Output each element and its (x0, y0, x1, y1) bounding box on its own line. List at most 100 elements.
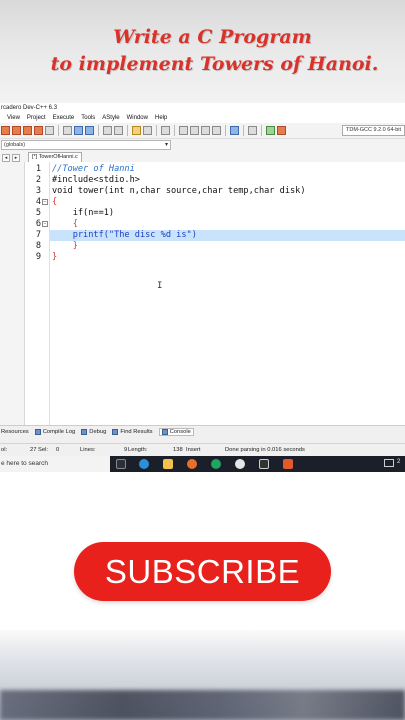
chevron-down-icon: ▾ (164, 142, 168, 148)
tab-find-results[interactable]: Find Results (112, 428, 153, 435)
file-explorer-icon[interactable] (163, 459, 173, 469)
edge-browser-icon[interactable] (139, 459, 149, 469)
top-banner (0, 0, 405, 103)
status-length-value: 138 (173, 447, 183, 453)
grid-icon[interactable] (201, 126, 210, 135)
status-mode: Insert (186, 447, 201, 453)
ide-window: rcadero Dev-C++ 6.3 View Project Execute… (0, 103, 405, 456)
tab-label: Find Results (120, 428, 153, 435)
headline-line-1: Write a C Program (113, 26, 312, 48)
new-class-icon[interactable] (179, 126, 188, 135)
unindent-icon[interactable] (114, 126, 123, 135)
code-line-current: printf("The disc %d is") (50, 230, 405, 241)
tab-label: Resources (1, 428, 29, 435)
menu-execute[interactable]: Execute (53, 113, 75, 123)
compiler-select[interactable]: TDM-GCC 9.2.0 64-bit (342, 125, 405, 136)
goto-line-icon[interactable] (161, 126, 170, 135)
toolbar: TDM-GCC 9.2.0 64-bit (0, 123, 405, 139)
tab-label: Console (169, 428, 191, 435)
toolbar-divider (156, 125, 157, 136)
toolbar-divider (58, 125, 59, 136)
tab-compile-log[interactable]: Compile Log (34, 428, 75, 435)
dev-cpp-icon[interactable] (283, 459, 293, 469)
menu-astyle[interactable]: AStyle (102, 113, 119, 123)
line-number: 4 (35, 197, 41, 207)
fold-toggle-icon[interactable]: − (42, 199, 48, 205)
project-icon[interactable] (190, 126, 199, 135)
toolbar-divider (174, 125, 175, 136)
status-lines-value: 9 (124, 447, 128, 453)
chart-icon[interactable] (266, 126, 275, 135)
code-line: //Tower of Hanni (52, 164, 135, 174)
undo-icon[interactable] (132, 126, 141, 135)
close-file-icon[interactable] (45, 126, 54, 135)
scope-select[interactable]: (globals) ▾ (1, 140, 171, 150)
project-pane[interactable] (0, 162, 25, 425)
debug-icon (81, 428, 88, 435)
code-line: } (52, 241, 78, 251)
code-editor[interactable]: 1 2 3 4 − 5 6 − 7 8 9 //Tower of Hanni #… (0, 162, 405, 425)
firefox-icon[interactable] (187, 459, 197, 469)
tabs-row: ◂ ▸ [*] TowerOfHanni.c (0, 151, 405, 162)
code-line: #include<stdio.h> (52, 175, 140, 185)
stop-icon[interactable] (248, 126, 257, 135)
line-gutter: 1 2 3 4 − 5 6 − 7 8 9 (25, 162, 50, 425)
menu-window[interactable]: Window (127, 113, 148, 123)
save-icon[interactable] (23, 126, 32, 135)
task-view-icon[interactable] (116, 459, 126, 469)
menu-view[interactable]: View (7, 113, 20, 123)
chrome-icon[interactable] (211, 459, 221, 469)
menu-bar: View Project Execute Tools AStyle Window… (0, 113, 405, 123)
keyboard-icon[interactable] (384, 459, 394, 467)
save-all-icon[interactable] (34, 126, 43, 135)
code-line: void tower(int n,char source,char temp,c… (52, 186, 306, 196)
find-results-icon (112, 428, 119, 435)
new-file-icon[interactable] (1, 126, 10, 135)
tab-console[interactable]: Console (158, 427, 194, 436)
taskbar-search-input[interactable]: e here to search (0, 456, 110, 472)
next-tab-button[interactable]: ▸ (12, 154, 20, 162)
compile-icon[interactable] (212, 126, 221, 135)
status-length: Length: (128, 447, 148, 453)
code-line: { (52, 197, 58, 207)
code-line: if(n==1) (52, 208, 115, 218)
prev-tab-button[interactable]: ◂ (2, 154, 10, 162)
redo-icon[interactable] (143, 126, 152, 135)
status-bar: ol: 27 Sel: 0 Lines: 9 Length: 138 Inser… (0, 443, 405, 455)
menu-project[interactable]: Project (27, 113, 46, 123)
tab-resources[interactable]: Resources (1, 429, 29, 435)
tab-tower-of-hanni[interactable]: [*] TowerOfHanni.c (28, 152, 82, 162)
indent-icon[interactable] (103, 126, 112, 135)
windows-taskbar: e here to search 2 (0, 456, 405, 472)
find-icon[interactable] (74, 126, 83, 135)
status-lines: Lines: (80, 447, 96, 453)
toolbar-divider (98, 125, 99, 136)
debug-icon[interactable] (277, 126, 286, 135)
replace-icon[interactable] (85, 126, 94, 135)
open-file-icon[interactable] (12, 126, 21, 135)
line-number: 8 (35, 241, 41, 251)
text-cursor-icon: I (157, 281, 163, 291)
app-icon[interactable] (235, 459, 245, 469)
menu-tools[interactable]: Tools (81, 113, 95, 123)
tray-clock: 2 (397, 459, 401, 465)
line-number: 3 (35, 186, 41, 196)
code-line: } (52, 252, 58, 262)
code-area[interactable]: //Tower of Hanni #include<stdio.h> void … (50, 162, 405, 425)
subscribe-button[interactable]: SUBSCRIBE (74, 542, 331, 601)
terminal-icon[interactable] (259, 459, 269, 469)
check-icon[interactable] (230, 126, 239, 135)
fold-toggle-icon[interactable]: − (42, 221, 48, 227)
tab-debug[interactable]: Debug (81, 428, 106, 435)
window-title: rcadero Dev-C++ 6.3 (0, 103, 405, 113)
print-icon[interactable] (63, 126, 72, 135)
line-number: 5 (35, 208, 41, 218)
status-sel-value: 0 (56, 447, 60, 453)
toolbar-divider (225, 125, 226, 136)
line-number: 2 (35, 175, 41, 185)
toolbar-divider (261, 125, 262, 136)
line-number: 6 (35, 219, 41, 229)
toolbar-divider (127, 125, 128, 136)
menu-help[interactable]: Help (155, 113, 167, 123)
status-col: ol: (1, 447, 8, 453)
